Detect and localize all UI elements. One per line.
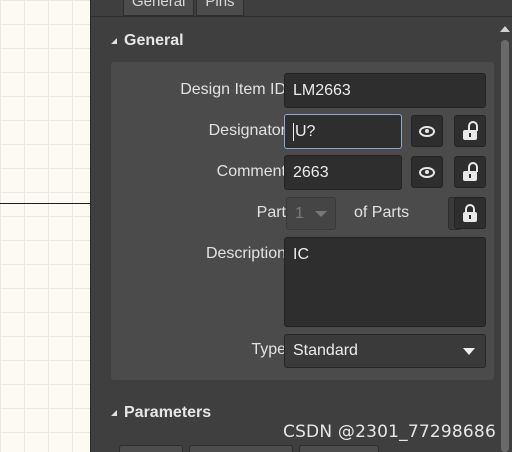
comment-label: Comment — [216, 163, 286, 180]
properties-panel: General Pins General Design Item ID LM26… — [90, 0, 512, 452]
designator-value: U? — [295, 122, 316, 140]
parameters-filter-tab[interactable] — [299, 445, 379, 452]
unlock-icon — [463, 162, 478, 181]
of-parts-label: of Parts — [354, 204, 410, 221]
eye-icon — [419, 125, 435, 137]
type-select[interactable]: Standard — [284, 334, 486, 368]
part-select[interactable]: 1 — [286, 197, 336, 230]
tab-general[interactable]: General — [123, 0, 195, 16]
parameters-filter-tab[interactable] — [189, 445, 293, 452]
chevron-down-icon — [315, 211, 327, 217]
part-label: Part — [256, 204, 286, 221]
design-item-id-label: Design Item ID — [180, 81, 286, 98]
collapse-triangle-icon — [111, 410, 117, 416]
design-item-id-field[interactable]: LM2663 — [284, 73, 486, 108]
scrollbar-thumb[interactable] — [501, 40, 509, 452]
part-value: 1 — [295, 204, 304, 222]
schematic-canvas[interactable] — [0, 0, 90, 452]
general-section-title: General — [124, 32, 184, 49]
watermark: CSDN @2301_77298686 — [283, 422, 496, 442]
general-section-header[interactable]: General — [111, 31, 184, 51]
chevron-down-icon — [463, 348, 475, 355]
type-value: Standard — [293, 342, 358, 359]
scroll-up-arrow-icon[interactable] — [500, 26, 510, 32]
designator-label: Designator — [208, 122, 286, 139]
description-textarea[interactable]: IC — [284, 237, 486, 327]
panel-tabs: General Pins — [123, 0, 244, 16]
description-label: Description — [205, 245, 286, 262]
part-lock-button[interactable] — [454, 197, 486, 229]
general-group: Design Item ID LM2663 Designator U? Comm… — [111, 62, 494, 380]
parameters-filter-tabs — [119, 445, 379, 452]
comment-field[interactable]: 2663 — [284, 155, 402, 190]
eye-icon — [419, 166, 435, 178]
comment-value: 2663 — [293, 163, 329, 181]
designator-visibility-button[interactable] — [411, 115, 443, 147]
comment-lock-button[interactable] — [454, 156, 486, 188]
lock-icon — [463, 204, 477, 222]
comment-visibility-button[interactable] — [411, 156, 443, 188]
tab-pins[interactable]: Pins — [196, 0, 244, 16]
schematic-wire — [0, 203, 90, 204]
parameters-section-title: Parameters — [124, 404, 212, 421]
parameters-filter-tab[interactable] — [119, 445, 183, 452]
collapse-triangle-icon — [111, 38, 117, 44]
text-caret — [293, 122, 294, 141]
designator-field[interactable]: U? — [284, 114, 402, 149]
description-value: IC — [293, 246, 309, 263]
type-label: Type — [251, 341, 286, 358]
unlock-icon — [463, 121, 478, 140]
design-item-id-value: LM2663 — [293, 81, 351, 99]
parameters-section-header[interactable]: Parameters — [111, 403, 211, 423]
tab-divider — [91, 16, 512, 17]
designator-lock-button[interactable] — [454, 115, 486, 147]
